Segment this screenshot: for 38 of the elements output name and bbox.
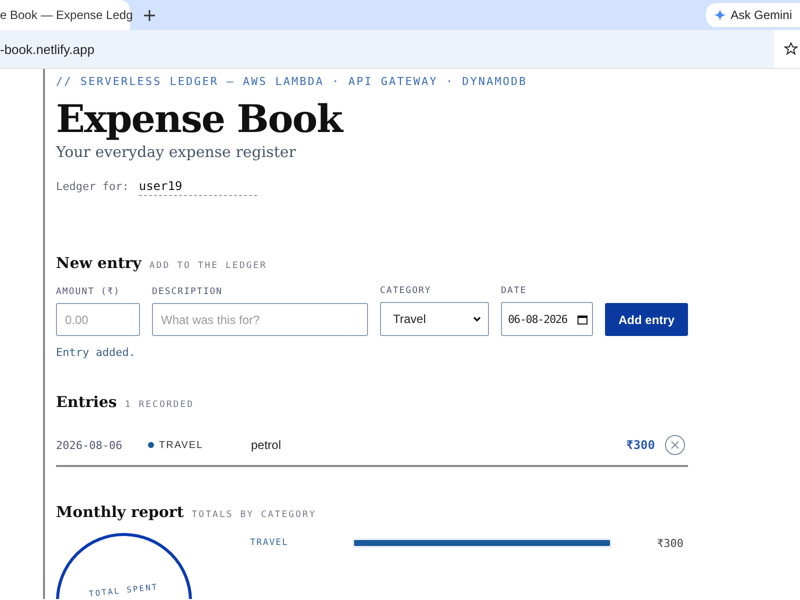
text-input-field[interactable]: What was this for? bbox=[152, 303, 368, 336]
entry-category: TRAVEL bbox=[159, 440, 204, 450]
section-caption: 1 RECORDED bbox=[124, 400, 194, 410]
sparkle-icon bbox=[714, 9, 726, 21]
field-label: AMOUNT (₹) bbox=[56, 287, 122, 297]
delete-button[interactable] bbox=[665, 435, 685, 455]
user-field[interactable]: user19 bbox=[138, 179, 257, 196]
section-title: Entries bbox=[56, 393, 117, 411]
report-category: TRAVEL bbox=[250, 538, 290, 548]
status-message: Entry added. bbox=[56, 346, 136, 359]
report-amount: ₹300 bbox=[657, 536, 684, 550]
close-icon bbox=[671, 441, 679, 449]
field-label: CATEGORY bbox=[380, 286, 432, 296]
address-bar[interactable]: -book.netlify.app bbox=[0, 30, 774, 68]
kicker-text: // SERVERLESS LEDGER — AWS LAMBDA · API GATEWAY · DYNAMODB bbox=[56, 75, 528, 88]
plus-icon[interactable] bbox=[144, 10, 155, 20]
browser-tab[interactable]: e Book — Expense Ledg bbox=[0, 0, 130, 30]
add-entry-button[interactable]: Add entry bbox=[605, 303, 688, 336]
star-icon[interactable] bbox=[784, 42, 798, 56]
section-caption: ADD TO THE LEDGER bbox=[149, 261, 268, 271]
total-label: TOTAL SPENT bbox=[88, 582, 160, 599]
ask-gemini-button[interactable]: Ask Gemini bbox=[706, 3, 800, 27]
entry-amount: ₹300 bbox=[626, 438, 655, 452]
section-title: New entry bbox=[56, 254, 142, 272]
section-title: Monthly report bbox=[56, 503, 184, 521]
subtitle: Your everyday expense register bbox=[56, 143, 297, 161]
chevron-down-icon bbox=[472, 314, 482, 324]
section-caption: TOTALS BY CATEGORY bbox=[192, 510, 316, 520]
calendar-icon bbox=[577, 314, 588, 324]
field-label: DATE bbox=[501, 286, 528, 296]
ledger-label: Ledger for: bbox=[56, 180, 129, 193]
field-label: DESCRIPTION bbox=[152, 287, 224, 297]
date-field[interactable]: 06-08-2026 bbox=[501, 302, 593, 336]
entry-description: petrol bbox=[251, 438, 282, 452]
text-input-field[interactable]: 0.00 bbox=[56, 303, 140, 336]
entry-date: 2026-08-06 bbox=[56, 438, 124, 452]
page-title: Expense Book bbox=[56, 96, 344, 141]
category-select[interactable]: Travel bbox=[380, 302, 489, 336]
